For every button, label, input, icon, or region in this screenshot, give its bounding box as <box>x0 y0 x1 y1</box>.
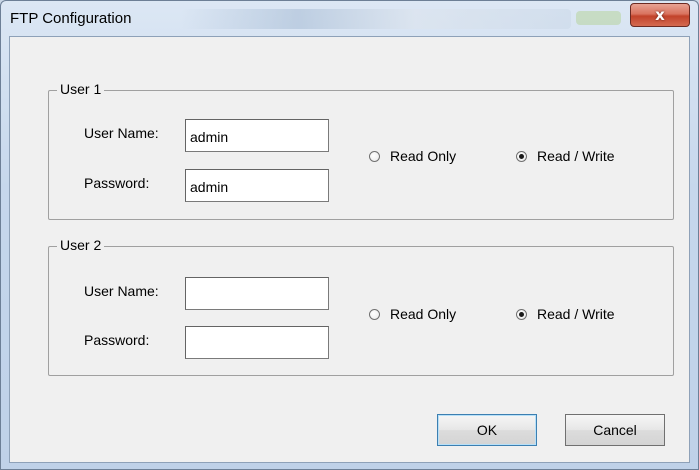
title-bar-background-blur <box>181 9 571 29</box>
user1-password-input[interactable] <box>185 169 329 202</box>
user2-read-write-label: Read / Write <box>537 306 615 322</box>
radio-unchecked-icon <box>369 150 380 162</box>
user2-read-only-label: Read Only <box>390 306 457 322</box>
title-bar[interactable]: FTP Configuration x <box>1 1 698 36</box>
user1-username-input[interactable] <box>185 119 329 152</box>
close-icon: x <box>655 6 665 24</box>
user1-group-label: User 1 <box>57 81 105 97</box>
close-button[interactable]: x <box>630 3 690 27</box>
title-bar-background-blur <box>576 11 621 25</box>
user1-read-only-label: Read Only <box>390 148 457 164</box>
user2-password-label: Password: <box>84 332 150 348</box>
cancel-button[interactable]: Cancel <box>565 414 665 446</box>
user1-group: User 1 User Name: Password: Read Only Re… <box>48 81 674 220</box>
user2-read-only-radio[interactable]: Read Only <box>369 305 456 323</box>
ftp-configuration-window: FTP Configuration x User 1 User Name: Pa… <box>0 0 699 470</box>
user2-group-label: User 2 <box>57 237 105 253</box>
user1-password-label: Password: <box>84 175 150 191</box>
window-title: FTP Configuration <box>10 10 132 27</box>
radio-unchecked-icon <box>369 308 380 320</box>
user2-read-write-radio[interactable]: Read / Write <box>516 305 615 323</box>
radio-checked-icon <box>516 308 527 320</box>
user1-read-only-radio[interactable]: Read Only <box>369 147 456 165</box>
user2-username-label: User Name: <box>84 283 159 299</box>
dialog-body: User 1 User Name: Password: Read Only Re… <box>9 36 690 463</box>
user2-group: User 2 User Name: Password: Read Only Re… <box>48 237 674 376</box>
user1-read-write-radio[interactable]: Read / Write <box>516 147 615 165</box>
user2-username-input[interactable] <box>185 277 329 310</box>
ok-button[interactable]: OK <box>437 414 537 446</box>
user1-read-write-label: Read / Write <box>537 148 615 164</box>
user1-username-label: User Name: <box>84 125 159 141</box>
user2-password-input[interactable] <box>185 326 329 359</box>
radio-checked-icon <box>516 150 527 162</box>
